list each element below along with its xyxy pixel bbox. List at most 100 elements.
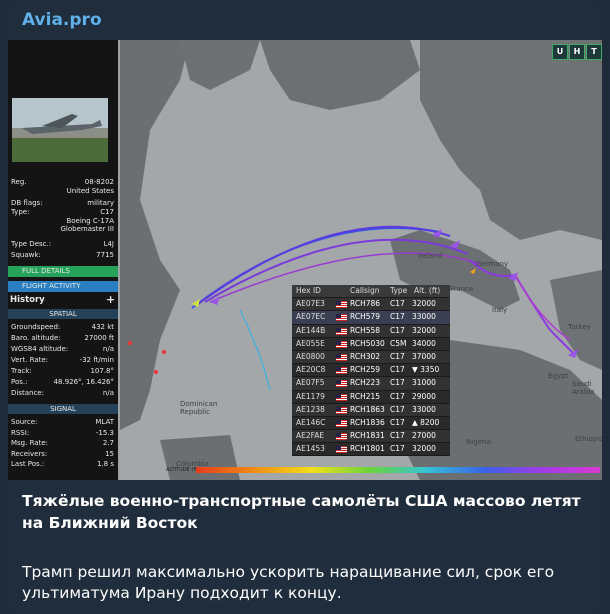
col-callsign[interactable]: Callsign	[350, 285, 380, 297]
us-flag-icon	[336, 367, 347, 375]
us-flag-icon	[336, 301, 347, 309]
history-label[interactable]: History	[10, 295, 45, 305]
cell-cs: RCH215	[350, 391, 381, 401]
us-flag-icon	[336, 393, 347, 401]
full-details-button[interactable]: FULL DETAILS	[8, 266, 118, 277]
cell-cs: RCH302	[350, 351, 381, 361]
us-flag-icon	[336, 446, 347, 454]
signal-value: MLAT	[95, 418, 114, 426]
label-ireland: Ireland	[418, 252, 443, 260]
cell-alt: 29000	[412, 391, 436, 401]
table-row[interactable]: AE0800 RCH302 C17 37000	[292, 350, 450, 365]
spatial-key: Distance:	[11, 389, 44, 397]
spatial-row: Groundspeed: 432 kt	[11, 323, 114, 332]
table-row[interactable]: AE07EC RCH579 C17 33000	[292, 311, 450, 325]
spatial-key: Baro. altitude:	[11, 334, 61, 342]
flight-map[interactable]: Ireland Germany France Italy Turkey Egyp…	[120, 40, 602, 480]
col-alt[interactable]: Alt. (ft)	[414, 285, 440, 297]
signal-row: Source: MLAT	[11, 418, 114, 427]
detail-row: Type: C17	[11, 208, 114, 217]
cell-hex: AE1179	[296, 391, 325, 401]
map-button-u[interactable]: U	[552, 44, 568, 60]
detail-key: Type:	[11, 208, 30, 216]
cell-type: C17	[390, 325, 405, 335]
label-italy: Italy	[492, 306, 508, 314]
flag-canton	[336, 380, 341, 385]
col-type[interactable]: Type	[390, 285, 407, 297]
spatial-row: Vert. Rate: -32 ft/min	[11, 356, 114, 365]
table-row[interactable]: AE07F5 RCH223 C17 31000	[292, 377, 450, 391]
cell-type: C17	[390, 444, 405, 454]
table-row[interactable]: AE055E RCH5030 C5M 34000	[292, 337, 450, 351]
screenshot-image[interactable]: Reg. 08-8202 United States DB flags: militar…	[8, 40, 602, 480]
spatial-row: Pos.: 48.926°, 16.426°	[11, 378, 114, 387]
flag-canton	[336, 419, 341, 424]
detail-value: 08-8202	[84, 178, 114, 186]
table-row[interactable]: AE144B RCH558 C17 32000	[292, 324, 450, 338]
aircraft-sidebar: Reg. 08-8202 United States DB flags: militar…	[8, 40, 118, 480]
cell-cs: RCH1863	[350, 404, 385, 414]
us-flag-icon	[336, 433, 347, 441]
us-flag-icon	[336, 353, 347, 361]
label-egypt: Egypt	[548, 372, 569, 380]
signal-key: Msg. Rate:	[11, 439, 48, 447]
signal-row: Receivers: 15	[11, 450, 114, 459]
cell-type: C17	[390, 299, 405, 309]
detail-value: United States	[66, 187, 114, 195]
cell-type: C17	[390, 351, 405, 361]
flight-activity-button[interactable]: FLIGHT ACTIVITY	[8, 281, 118, 292]
cell-hex: AE144B	[296, 325, 326, 335]
spatial-value: n/a	[102, 345, 114, 353]
cell-hex: AE07F5	[296, 378, 325, 388]
table-row[interactable]: AE2FAE RCH1831 C17 27000	[292, 430, 450, 444]
table-row[interactable]: AE07E3 RCH786 C17 32000	[292, 298, 450, 312]
label-nigeria: Nigeria	[466, 438, 492, 446]
spatial-row: Baro. altitude: 27000 ft	[11, 334, 114, 343]
cell-alt: 33000	[412, 404, 436, 414]
cell-hex: AE055E	[296, 338, 325, 348]
signal-key: RSSI:	[11, 428, 30, 437]
us-flag-icon	[336, 406, 347, 414]
col-hex[interactable]: Hex ID	[296, 285, 321, 297]
table-row[interactable]: AE146C RCH1836 C17 ▲ 8200	[292, 416, 450, 431]
cell-cs: RCH5030	[350, 338, 385, 348]
spatial-value: 27000 ft	[84, 334, 114, 342]
detail-row: Type Desc.: L4J	[11, 240, 114, 249]
flag-canton	[336, 367, 341, 372]
cell-alt: ▲ 8200	[412, 417, 440, 427]
cell-alt: 34000	[412, 338, 436, 348]
channel-name[interactable]: Avia.pro	[22, 10, 102, 30]
detail-value: L4J	[103, 240, 114, 248]
plus-icon[interactable]: +	[106, 293, 115, 306]
flag-canton	[336, 446, 341, 451]
cell-type: C17	[390, 417, 405, 427]
detail-row: Squawk: 7715	[11, 251, 114, 260]
cell-hex: AE07EC	[296, 312, 326, 322]
map-button-h[interactable]: H	[569, 44, 585, 60]
cell-hex: AE20C8	[296, 365, 326, 375]
flag-canton	[336, 340, 341, 345]
table-row[interactable]: AE20C8 RCH259 C17 ▼ 3350	[292, 364, 450, 378]
table-row[interactable]: AE1453 RCH1801 C17 32000	[292, 443, 450, 457]
spatial-row: WGS84 altitude: n/a	[11, 345, 114, 354]
cell-hex: AE1238	[296, 404, 325, 414]
altitude-legend	[196, 467, 600, 473]
table-row[interactable]: AE1238 RCH1863 C17 33000	[292, 403, 450, 417]
cell-alt: ▼ 3350	[412, 365, 440, 375]
label-germany: Germany	[476, 260, 509, 268]
label-turkey: Turkey	[568, 323, 591, 331]
cell-cs: RCH1836	[350, 417, 385, 427]
table-row[interactable]: AE1179 RCH215 C17 29000	[292, 390, 450, 404]
detail-key: DB flags:	[11, 199, 43, 207]
signal-key: Last Pos.:	[11, 460, 45, 468]
cell-alt: 33000	[412, 312, 436, 322]
detail-row: United States	[11, 187, 114, 196]
map-button-t[interactable]: T	[586, 44, 602, 60]
flag-canton	[336, 314, 341, 319]
cell-type: C17	[390, 431, 405, 441]
cell-alt: 32000	[412, 444, 436, 454]
signal-value: 2.7	[102, 439, 114, 447]
signal-key: Source:	[11, 418, 38, 426]
signal-row: Last Pos.: 1.8 s	[11, 460, 114, 469]
altitude-legend-label: ALTITUDE (ft)	[166, 467, 199, 473]
